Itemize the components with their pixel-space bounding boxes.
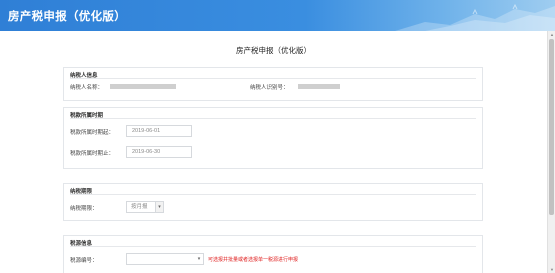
main-content: 房产税申报（优化版） 纳税人信息 纳税人名称： 纳税人识别号： 税款所属时期 税… <box>0 31 547 273</box>
period-start-input[interactable] <box>126 125 192 137</box>
divider <box>70 246 476 247</box>
taxpayer-id-masked <box>298 84 340 89</box>
scroll-down-icon[interactable]: ▼ <box>548 266 555 273</box>
taxpayer-name-label: 纳税人名称： <box>70 85 104 91</box>
vertical-scrollbar[interactable]: ▲ ▼ <box>547 31 555 273</box>
taxpayer-id-label: 纳税人识别号： <box>250 85 289 91</box>
term-select[interactable]: 按月报 ▾ <box>126 201 164 213</box>
source-select[interactable]: ▾ <box>126 253 204 265</box>
period-start-label: 税款所属时期起： <box>70 130 115 136</box>
term-section: 纳税期限 纳税期限： 按月报 ▾ <box>63 183 483 221</box>
source-hint: 可选报并批量或者选报单一税源进行申报 <box>208 257 299 263</box>
chevron-down-icon: ▾ <box>155 202 163 212</box>
divider <box>70 78 476 79</box>
taxpayer-name-masked <box>110 84 176 89</box>
period-end-input[interactable] <box>126 146 192 158</box>
page-title: 房产税申报（优化版） <box>236 46 311 55</box>
great-wall-decoration <box>395 3 555 31</box>
divider <box>70 118 476 119</box>
divider <box>70 194 476 195</box>
app-title: 房产税申报（优化版） <box>8 11 126 23</box>
header-banner: 房产税申报（优化版） <box>0 0 555 31</box>
term-label: 纳税期限： <box>70 206 98 212</box>
taxpayer-section: 纳税人信息 纳税人名称： 纳税人识别号： <box>63 67 483 101</box>
period-section: 税款所属时期 税款所属时期起： 税款所属时期止： <box>63 107 483 169</box>
period-end-label: 税款所属时期止： <box>70 151 115 157</box>
term-select-value: 按月报 <box>131 204 148 210</box>
scrollbar-thumb[interactable] <box>549 39 554 215</box>
scroll-up-icon[interactable]: ▲ <box>548 31 555 38</box>
source-section: 税源信息 税源编号： ▾ 可选报并批量或者选报单一税源进行申报 <box>63 235 483 273</box>
chevron-down-icon: ▾ <box>195 254 203 264</box>
source-label: 税源编号： <box>70 258 98 264</box>
